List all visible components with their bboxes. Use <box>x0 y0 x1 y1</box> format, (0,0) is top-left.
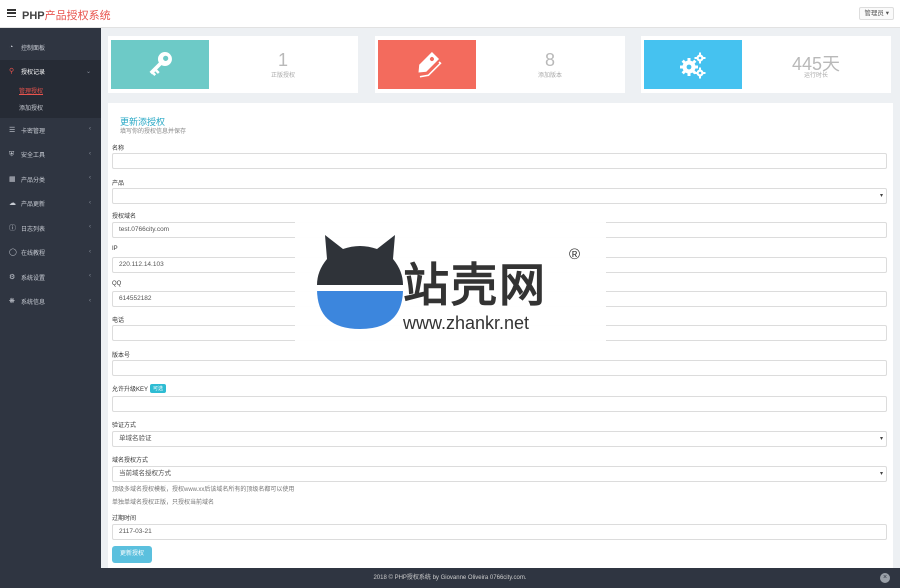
sidebar-subitem-add[interactable]: 添加授权 <box>0 101 101 118</box>
watermark-url: www.zhankr.net <box>403 313 530 333</box>
domain-mode-select[interactable]: 当前域名授权方式 <box>112 466 887 482</box>
stat-label: 添加版本 <box>537 73 562 79</box>
sidebar-item-label: 系统设置 <box>21 275 46 282</box>
stat-card-versions: 8 添加版本 <box>375 36 625 93</box>
stat-icon-box <box>378 40 476 89</box>
top-bar: PHP产品授权系统 管理员 ▾ <box>0 0 900 28</box>
chevron-left-icon: ‹ <box>89 150 91 157</box>
expiry-label: 过期时间 <box>112 516 137 522</box>
version-field[interactable] <box>112 360 887 376</box>
footer: 2018 © PHP授权系统 by Giovanne Oliveira 0766… <box>0 568 900 588</box>
tag-icon <box>418 51 442 78</box>
upgrade-key-label: 允许升级KEY 可选 <box>112 384 167 393</box>
sidebar: ◔ 控制面板 ⚲ 授权记录 ⌄ 管理授权 添加授权 ☰ 卡密管理 ‹ ⛨ 安全工… <box>0 28 101 588</box>
product-label: 产品 <box>112 181 125 187</box>
sidebar-item-label: 卡密管理 <box>21 128 46 135</box>
brand-accent: 产品授权系统 <box>44 10 111 22</box>
sidebar-item-system-settings[interactable]: ⚙ 系统设置 ‹ <box>0 265 101 290</box>
version-label: 版本号 <box>112 353 131 359</box>
stat-value: 8 <box>544 50 555 70</box>
name-field[interactable] <box>112 153 887 169</box>
chevron-left-icon: ‹ <box>89 248 91 255</box>
chevron-left-icon: ‹ <box>89 175 91 181</box>
sidebar-item-cards[interactable]: ☰ 卡密管理 ‹ <box>0 118 101 143</box>
dashboard-icon: ◔ <box>9 43 14 51</box>
sidebar-item-dashboard[interactable]: ◔ 控制面板 <box>0 35 101 60</box>
sidebar-item-auth-records[interactable]: ⚲ 授权记录 ⌄ <box>0 59 101 84</box>
stat-label: 运行时长 <box>803 73 828 79</box>
sidebar-subitem-manage[interactable]: 管理授权 <box>0 84 101 101</box>
sidebar-item-label: 系统信息 <box>21 300 46 307</box>
verify-method-label: 验证方式 <box>112 423 137 429</box>
menu-toggle-icon[interactable] <box>7 9 16 18</box>
sidebar-item-label: 控制面板 <box>21 45 46 52</box>
chevron-left-icon: ‹ <box>89 126 91 132</box>
upgrade-key-label-text: 允许升级KEY <box>112 387 149 393</box>
sidebar-item-security[interactable]: ⛨ 安全工具 ‹ <box>0 143 101 168</box>
stat-card-uptime: 445天 运行时长 <box>641 36 891 93</box>
upgrade-key-field[interactable] <box>112 396 887 412</box>
sidebar-item-label: 产品更新 <box>21 202 46 209</box>
app-brand[interactable]: PHP产品授权系统 <box>22 7 111 23</box>
update-license-button[interactable]: 更新授权 <box>112 546 152 563</box>
stat-icon-box <box>111 40 209 89</box>
gears-icon: ⚙ <box>9 273 16 281</box>
chevron-left-icon: ‹ <box>89 224 91 230</box>
mode-hint-wildcard: 顶级多域名授权模板，授权www.xx后该域名所有的顶级名都可以使用 <box>112 487 295 493</box>
shield-icon: ⛨ <box>9 151 15 159</box>
product-select[interactable] <box>112 188 887 204</box>
list-icon: ☰ <box>9 126 16 134</box>
registered-mark: ® <box>569 246 581 263</box>
chevron-down-icon: ⌄ <box>85 68 91 75</box>
cloud-icon: ☁ <box>9 200 16 208</box>
grid-icon: ▦ <box>9 175 16 183</box>
qq-label: QQ <box>112 281 122 287</box>
close-icon[interactable]: × <box>880 573 890 583</box>
stat-card-licenses: 1 正版授权 <box>108 36 358 93</box>
info-icon: ⓘ <box>9 224 16 232</box>
settings-icon: ❋ <box>9 298 15 306</box>
name-label: 名称 <box>112 146 125 152</box>
globe-icon: ◯ <box>9 249 17 257</box>
sidebar-item-label: 日志列表 <box>21 226 46 233</box>
sidebar-item-label: 产品分类 <box>21 177 46 184</box>
sidebar-item-updates[interactable]: ☁ 产品更新 ‹ <box>0 192 101 217</box>
sidebar-item-label: 在线教程 <box>21 251 46 258</box>
sidebar-item-tutorials[interactable]: ◯ 在线教程 ‹ <box>0 241 101 266</box>
chevron-left-icon: ‹ <box>89 199 91 206</box>
sidebar-item-logs[interactable]: ⓘ 日志列表 ‹ <box>0 216 101 241</box>
gears-icon <box>680 52 706 79</box>
sidebar-item-label: 授权记录 <box>21 70 46 77</box>
user-menu[interactable]: 管理员 ▾ <box>859 7 894 20</box>
expiry-date-field[interactable]: 2117-03-21 <box>112 524 887 540</box>
key-icon: ⚲ <box>9 68 15 76</box>
watermark-text: 站壳网 <box>403 259 547 311</box>
sidebar-item-categories[interactable]: ▦ 产品分类 ‹ <box>0 167 101 192</box>
verify-method-select[interactable]: 单域名验证 <box>112 431 887 447</box>
optional-badge: 可选 <box>150 384 167 393</box>
phone-label: 电话 <box>112 318 125 324</box>
form-subtitle: 填写你的授权信息并保存 <box>120 129 187 135</box>
chevron-left-icon: ‹ <box>89 273 91 279</box>
footer-text: 2018 © PHP授权系统 by Giovanne Oliveira 0766… <box>373 575 527 581</box>
chevron-left-icon: ‹ <box>89 297 91 304</box>
domain-label: 授权域名 <box>112 214 137 220</box>
cat-logo-icon <box>317 235 403 329</box>
watermark-overlay: 站壳网 ® www.zhankr.net <box>295 213 606 341</box>
stat-icon-box <box>644 40 742 89</box>
sidebar-item-system-info[interactable]: ❋ 系统信息 ‹ <box>0 290 101 315</box>
stat-value: 1 <box>277 50 288 70</box>
domain-mode-label: 域名授权方式 <box>112 458 149 464</box>
stat-label: 正版授权 <box>270 73 295 79</box>
mode-hint-single: 单独单域名授权正版，只授权当前域名 <box>112 500 215 506</box>
key-icon <box>149 52 172 77</box>
sidebar-item-label: 安全工具 <box>21 153 46 160</box>
ip-label: IP <box>112 246 118 252</box>
brand-prefix: PHP <box>22 10 45 22</box>
